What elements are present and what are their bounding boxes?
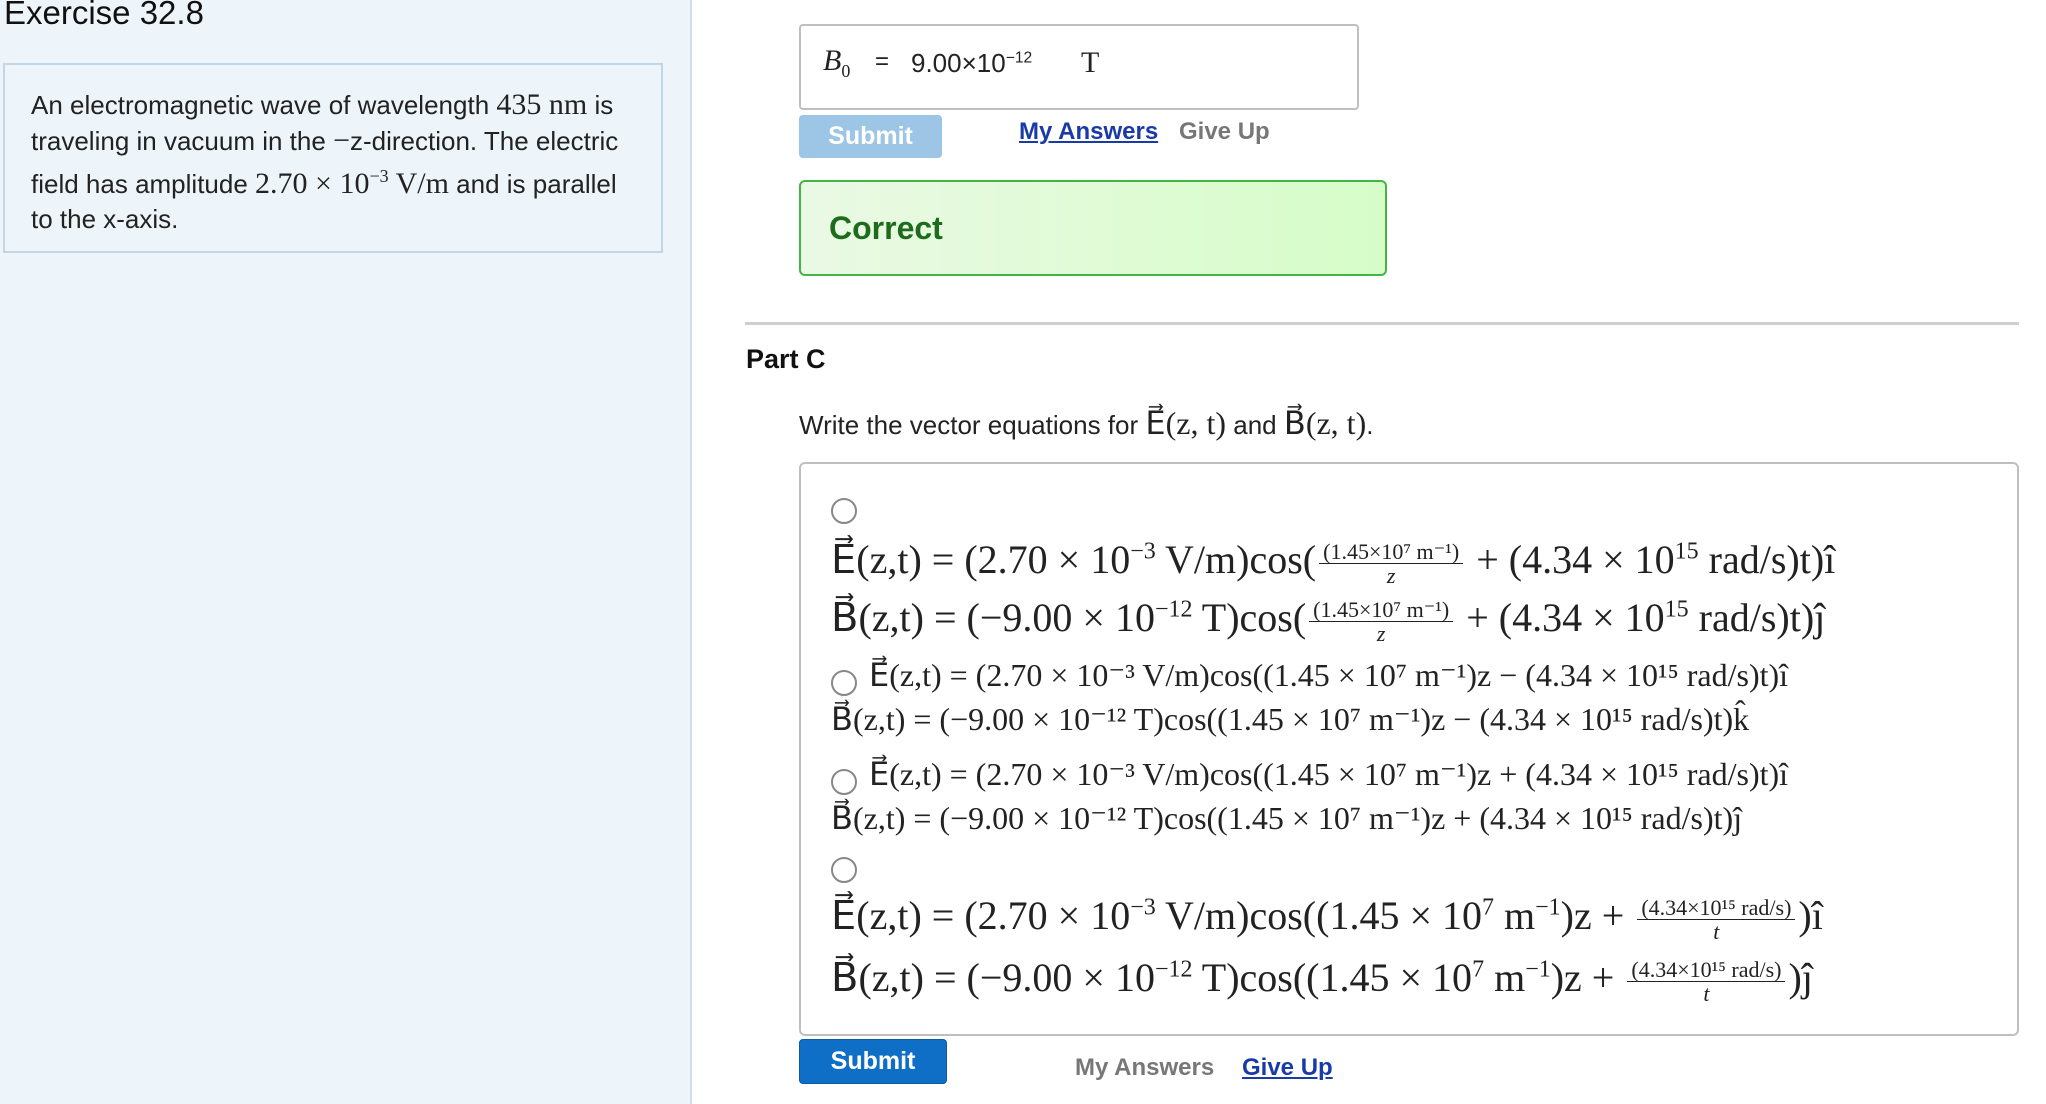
option-3-radio[interactable] — [831, 769, 857, 795]
option-4-e-equation: E⃗(z,t) = (2.70 × 10−3 V/m)cos((1.45 × 1… — [831, 893, 1823, 945]
answer-field[interactable]: B0 = 9.00×10−12 T — [799, 24, 1359, 110]
answer-value: 9.00×10−12 — [911, 48, 1033, 78]
option-4-radio[interactable] — [831, 857, 857, 883]
b-field-symbol: B⃗(z, t) — [1283, 405, 1367, 441]
feedback-text: Correct — [829, 210, 943, 246]
part-c-title: Part C — [746, 344, 826, 374]
option-3-b-equation: B⃗(z,t) = (−9.00 × 10⁻¹² T)cos((1.45 × 1… — [831, 800, 1743, 836]
section-divider — [745, 322, 2019, 325]
equals-sign: = — [875, 48, 890, 75]
part-c-prompt: Write the vector equations for E⃗(z, t) … — [799, 405, 1374, 441]
submit-button[interactable]: Submit — [799, 1039, 947, 1084]
options-box: E⃗(z,t) = (2.70 × 10−3 V/m)cos((1.45×10⁷… — [799, 462, 2019, 1036]
answer-unit: T — [1081, 46, 1100, 79]
option-2-e-equation: E⃗(z,t) = (2.70 × 10⁻³ V/m)cos((1.45 × 1… — [869, 657, 1789, 693]
give-up-link[interactable]: Give Up — [1179, 118, 1270, 146]
answer-variable: B0 — [823, 44, 851, 81]
option-1-radio[interactable] — [831, 498, 857, 524]
my-answers-link[interactable]: My Answers — [1019, 118, 1158, 146]
option-1-e-equation: E⃗(z,t) = (2.70 × 10−3 V/m)cos((1.45×10⁷… — [831, 537, 1836, 589]
option-2-b-equation: B⃗(z,t) = (−9.00 × 10⁻¹² T)cos((1.45 × 1… — [831, 701, 1750, 737]
give-up-link[interactable]: Give Up — [1242, 1054, 1333, 1082]
main-content: B0 = 9.00×10−12 T Submit My Answers Give… — [0, 0, 2046, 1104]
option-3-e-equation: E⃗(z,t) = (2.70 × 10⁻³ V/m)cos((1.45 × 1… — [869, 756, 1789, 792]
option-4-b-equation: B⃗(z,t) = (−9.00 × 10−12 T)cos((1.45 × 1… — [831, 955, 1813, 1007]
option-2-radio[interactable] — [831, 670, 857, 696]
correct-feedback: Correct — [799, 180, 1387, 276]
option-1-b-equation: B⃗(z,t) = (−9.00 × 10−12 T)cos((1.45×10⁷… — [831, 595, 1826, 647]
e-field-symbol: E⃗(z, t) — [1145, 405, 1226, 441]
my-answers-link[interactable]: My Answers — [1075, 1054, 1214, 1082]
submit-button-disabled[interactable]: Submit — [799, 115, 942, 158]
